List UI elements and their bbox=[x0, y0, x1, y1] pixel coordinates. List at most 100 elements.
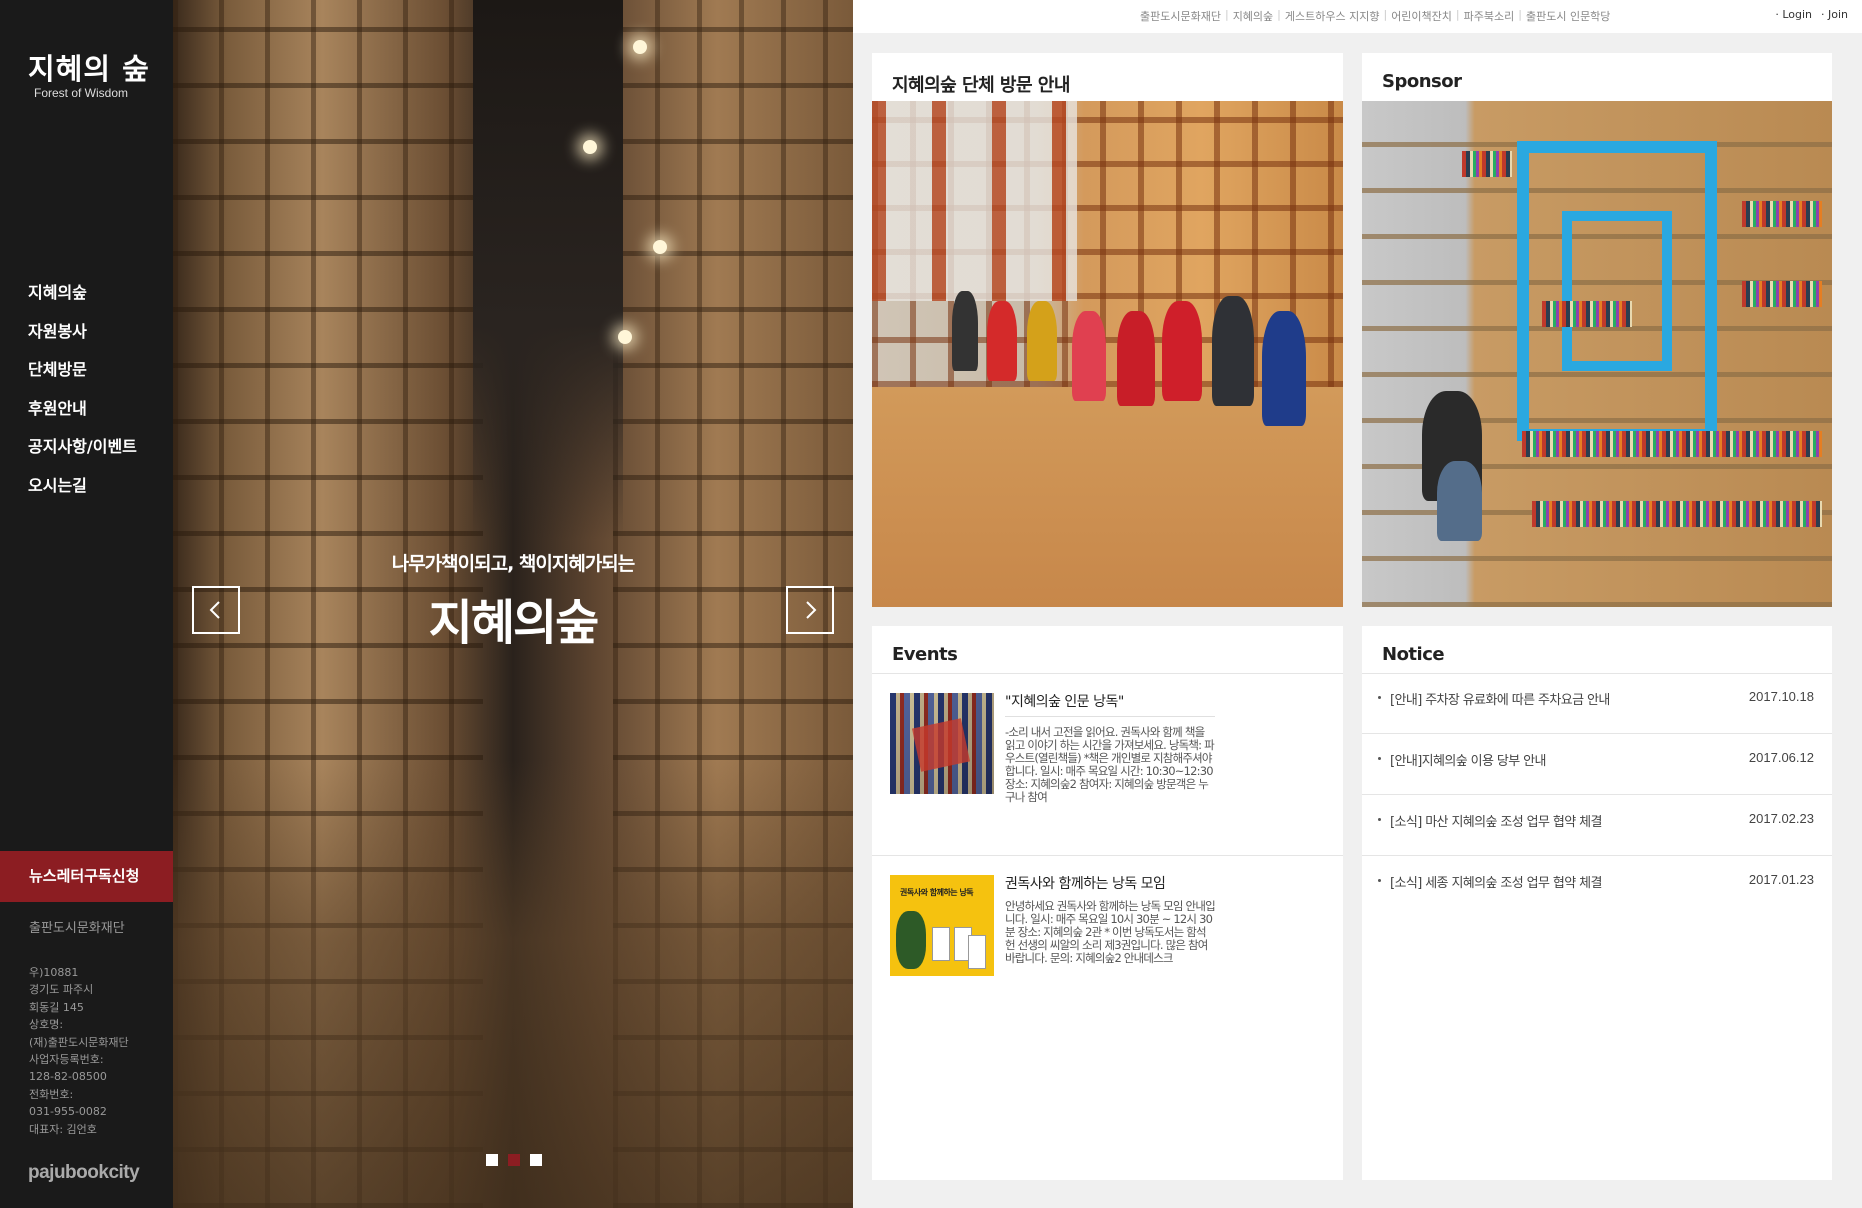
chevron-right-icon bbox=[806, 601, 817, 619]
join-link[interactable]: · Join bbox=[1821, 8, 1848, 21]
photo-figure bbox=[1212, 296, 1254, 406]
sponsor-card[interactable]: Sponsor bbox=[1362, 53, 1832, 607]
notice-text[interactable]: [안내]지혜의숲 이용 당부 안내 bbox=[1390, 750, 1546, 769]
pajubookcity-logo[interactable]: pajubookcity bbox=[28, 1162, 140, 1184]
login-link[interactable]: · Login bbox=[1775, 8, 1812, 21]
notice-row[interactable]: [소식] 세종 지혜의숲 조성 업무 협약 체결 2017.01.23 bbox=[1362, 857, 1832, 917]
photo-books bbox=[1742, 201, 1822, 227]
notice-text[interactable]: [안내] 주차장 유료화에 따른 주차요금 안내 bbox=[1390, 689, 1610, 708]
notice-date: 2017.10.18 bbox=[1748, 689, 1814, 704]
foundation-name: 출판도시문화재단 bbox=[29, 921, 125, 936]
notice-date: 2017.02.23 bbox=[1748, 811, 1814, 826]
notice-title[interactable]: Notice bbox=[1382, 644, 1445, 665]
logo-korean: 지혜의 숲 bbox=[28, 52, 150, 86]
hero-ceiling bbox=[473, 0, 623, 540]
event-item[interactable]: 권독사와 함께하는 낭독 권독사와 함께하는 낭독 모임 안녕하세요 권독사와 … bbox=[872, 856, 1343, 1038]
toplink-foundation[interactable]: 출판도시문화재단 bbox=[1140, 8, 1221, 24]
toplink-guesthouse[interactable]: 게스트하우스 지지향 bbox=[1285, 8, 1380, 24]
photo-blue-maze-shelf bbox=[1562, 211, 1672, 371]
toplink-booksori[interactable]: 파주북소리 bbox=[1464, 8, 1515, 24]
photo-figure bbox=[987, 301, 1017, 381]
slider-dot-2[interactable] bbox=[508, 1154, 520, 1166]
newsletter-button[interactable]: 뉴스레터구독신청 bbox=[0, 851, 173, 902]
nav-item-volunteer[interactable]: 자원봉사 bbox=[28, 319, 137, 358]
event-thumbnail[interactable] bbox=[890, 693, 994, 794]
notice-row[interactable]: [소식] 마산 지혜의숲 조성 업무 협약 체결 2017.02.23 bbox=[1362, 796, 1832, 856]
separator: | bbox=[1383, 8, 1388, 21]
address-line: 우)10881 bbox=[29, 966, 79, 979]
ceiling-lamp bbox=[653, 240, 667, 254]
bullet-icon bbox=[1378, 696, 1381, 699]
main-nav: 지혜의숲 자원봉사 단체방문 후원안내 공지사항/이벤트 오시는길 bbox=[28, 280, 137, 511]
hero-slider: 나무가책이되고, 책이지혜가되는 지혜의숲 bbox=[173, 0, 853, 1208]
address-line: 128-82-08500 bbox=[29, 1070, 107, 1084]
nav-item-notice-events[interactable]: 공지사항/이벤트 bbox=[28, 434, 137, 473]
event-title[interactable]: 권독사와 함께하는 낭독 모임 bbox=[1005, 873, 1166, 893]
separator: | bbox=[1518, 8, 1522, 21]
photo-books bbox=[1532, 501, 1822, 527]
slider-dot-3[interactable] bbox=[530, 1154, 542, 1166]
photo-books bbox=[1742, 281, 1822, 307]
notice-card: Notice [안내] 주차장 유료화에 따른 주차요금 안내 2017.10.… bbox=[1362, 626, 1832, 1180]
photo-figure bbox=[1117, 311, 1155, 406]
photo-windows bbox=[872, 101, 1077, 301]
sidebar: 지혜의 숲 Forest of Wisdom 지혜의숲 자원봉사 단체방문 후원… bbox=[0, 0, 173, 1208]
group-visit-photo[interactable] bbox=[872, 101, 1343, 607]
bullet-icon bbox=[1378, 757, 1381, 760]
notice-row[interactable]: [안내] 주차장 유료화에 따른 주차요금 안내 2017.10.18 bbox=[1362, 674, 1832, 734]
event-item[interactable]: "지혜의숲 인문 낭독" -소리 내서 고전을 읽어요. 권독사와 함께 책을 … bbox=[872, 674, 1343, 856]
photo-figure bbox=[952, 291, 978, 371]
separator: | bbox=[1455, 8, 1460, 21]
slider-dot-1[interactable] bbox=[486, 1154, 498, 1166]
photo-figure bbox=[1027, 301, 1057, 381]
address-line: 회동길 145 bbox=[29, 1000, 84, 1014]
top-utility-bar: 출판도시문화재단 | 지혜의숲 | 게스트하우스 지지향 | 어린이책잔치 | 파주북소… bbox=[853, 0, 1862, 33]
bullet-icon bbox=[1378, 818, 1381, 821]
thumbnail-label: 권독사와 함께하는 낭독 bbox=[900, 888, 974, 897]
toplink-humanities[interactable]: 출판도시 인문학당 bbox=[1526, 8, 1610, 24]
auth-links: · Login · Join bbox=[1775, 8, 1848, 21]
photo-books bbox=[1462, 151, 1512, 177]
group-visit-card[interactable]: 지혜의숲 단체 방문 안내 bbox=[872, 53, 1343, 607]
separator: | bbox=[1277, 8, 1281, 21]
site-logo[interactable]: 지혜의 숲 Forest of Wisdom bbox=[28, 52, 150, 100]
address-line: 대표자: 김언호 bbox=[29, 1122, 97, 1136]
event-title[interactable]: "지혜의숲 인문 낭독" bbox=[1005, 691, 1124, 711]
photo-books bbox=[1542, 301, 1632, 327]
ceiling-lamp bbox=[618, 330, 632, 344]
notice-row[interactable]: [안내]지혜의숲 이용 당부 안내 2017.06.12 bbox=[1362, 735, 1832, 795]
photo-figure bbox=[1162, 301, 1202, 401]
toplink-forest[interactable]: 지혜의숲 bbox=[1233, 8, 1273, 24]
photo-figure bbox=[1437, 461, 1482, 541]
nav-item-group-visit[interactable]: 단체방문 bbox=[28, 357, 137, 396]
chevron-left-icon bbox=[209, 601, 220, 619]
address-block: 우)10881 경기도 파주시 회동길 145 상호명: (재)출판도시문화재단… bbox=[29, 964, 169, 1138]
thumbnail-graphic bbox=[896, 911, 926, 969]
nav-item-forest[interactable]: 지혜의숲 bbox=[28, 280, 137, 319]
sponsor-photo[interactable] bbox=[1362, 101, 1832, 607]
bullet-icon bbox=[1378, 879, 1381, 882]
notice-text[interactable]: [소식] 마산 지혜의숲 조성 업무 협약 체결 bbox=[1390, 811, 1603, 830]
slider-next-button[interactable] bbox=[786, 586, 834, 634]
group-visit-title: 지혜의숲 단체 방문 안내 bbox=[892, 75, 1070, 96]
event-thumbnail[interactable]: 권독사와 함께하는 낭독 bbox=[890, 875, 994, 976]
thumbnail-graphic bbox=[968, 935, 986, 969]
notice-text[interactable]: [소식] 세종 지혜의숲 조성 업무 협약 체결 bbox=[1390, 872, 1603, 891]
divider bbox=[1005, 716, 1215, 717]
ceiling-lamp bbox=[633, 40, 647, 54]
toplink-kids-festival[interactable]: 어린이책잔치 bbox=[1391, 8, 1452, 24]
events-card: Events "지혜의숲 인문 낭독" -소리 내서 고전을 읽어요. 권독사와… bbox=[872, 626, 1343, 1180]
logo-english: Forest of Wisdom bbox=[34, 86, 129, 100]
events-title[interactable]: Events bbox=[892, 644, 958, 665]
hero-subtitle: 나무가책이되고, 책이지혜가되는 bbox=[391, 553, 636, 575]
event-description: 안녕하세요 권독사와 함께하는 낭독 모임 안내입니다. 일시: 매주 목요일 … bbox=[1005, 899, 1216, 965]
photo-figure bbox=[1262, 311, 1306, 426]
nav-item-directions[interactable]: 오시는길 bbox=[28, 473, 137, 512]
photo-books bbox=[1522, 431, 1822, 457]
photo-figure bbox=[1072, 311, 1106, 401]
slider-prev-button[interactable] bbox=[192, 586, 240, 634]
event-description: -소리 내서 고전을 읽어요. 권독사와 함께 책을 읽고 이야기 하는 시간을… bbox=[1005, 725, 1215, 804]
nav-item-sponsorship[interactable]: 후원안내 bbox=[28, 396, 137, 435]
hero-title: 지혜의숲 bbox=[428, 595, 600, 651]
address-line: (재)출판도시문화재단 bbox=[29, 1035, 129, 1049]
